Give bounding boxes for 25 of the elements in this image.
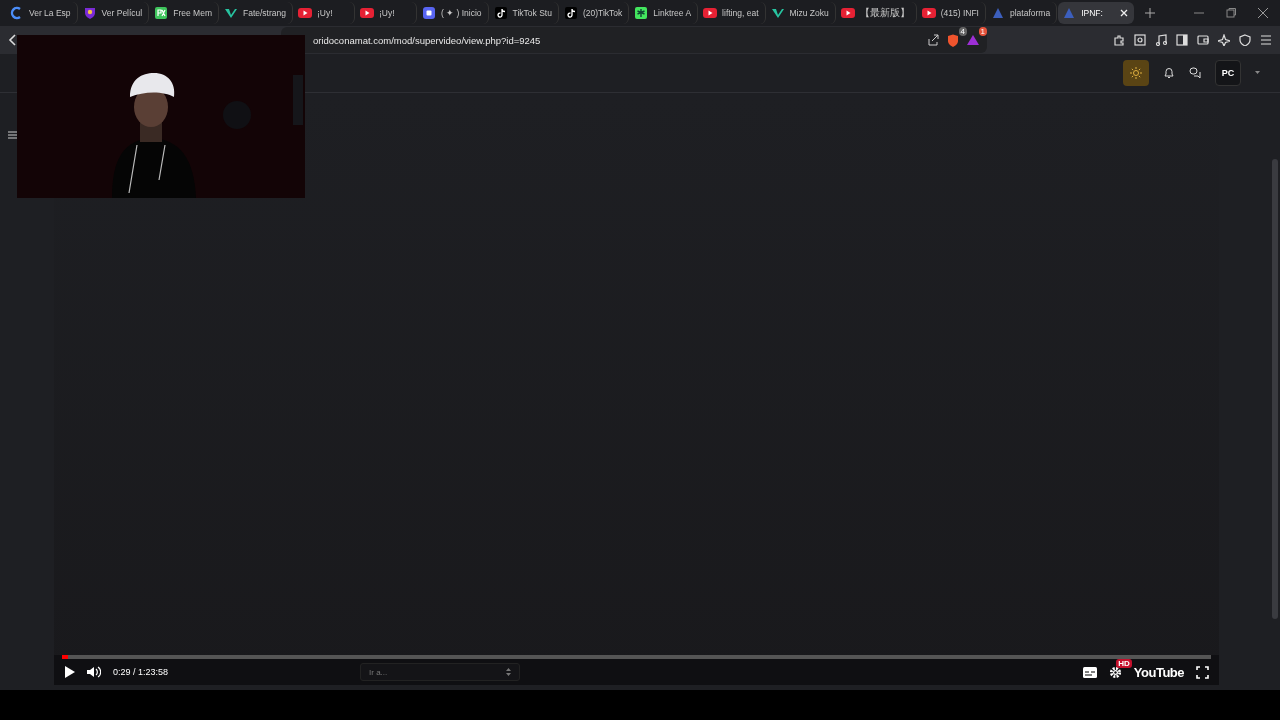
chapter-select[interactable]: Ir a... [360, 663, 521, 681]
browser-tab[interactable]: Linktree A [630, 2, 699, 24]
user-avatar[interactable]: PC [1215, 60, 1241, 86]
browser-tab[interactable]: Mizu Zoku [766, 2, 836, 24]
browser-tab[interactable]: (415) INFI [917, 2, 986, 24]
browser-tab[interactable]: IPNF: [1058, 2, 1134, 24]
browser-tab[interactable]: TikTok Stu [489, 2, 559, 24]
count-badge: 1 [978, 27, 987, 36]
count-badge: 4 [958, 26, 967, 36]
browser-tab[interactable]: 【最新版】 [836, 2, 917, 24]
hd-badge: HD [1116, 658, 1132, 668]
address-field[interactable]: oridoconamat.com/mod/supervideo/view.php?id=9245 4 1 [281, 27, 987, 53]
browser-tab[interactable]: Free Mem [150, 2, 219, 24]
browser-tab[interactable]: Ver Películ [78, 2, 150, 24]
url-text: oridoconamat.com/mod/supervideo/view.php?id=9245 [313, 34, 542, 46]
browser-tab[interactable]: Fate/strang [219, 2, 293, 24]
browser-tab[interactable]: ¡Uy! [293, 2, 355, 24]
browser-tab[interactable]: Ver La Esp [6, 2, 78, 24]
time-display: 0:29 / 1:23:58 [113, 667, 169, 677]
browser-tab[interactable]: (20)TikTok [559, 2, 630, 24]
youtube-logo[interactable]: YouTube [1133, 664, 1184, 680]
browser-tab[interactable]: ( ✦ ) Inicio [417, 2, 489, 24]
browser-tab[interactable]: ¡Uy! [355, 2, 417, 24]
browser-tab[interactable]: lifting, eat [699, 2, 766, 24]
browser-tab[interactable]: plataforma [987, 2, 1058, 24]
